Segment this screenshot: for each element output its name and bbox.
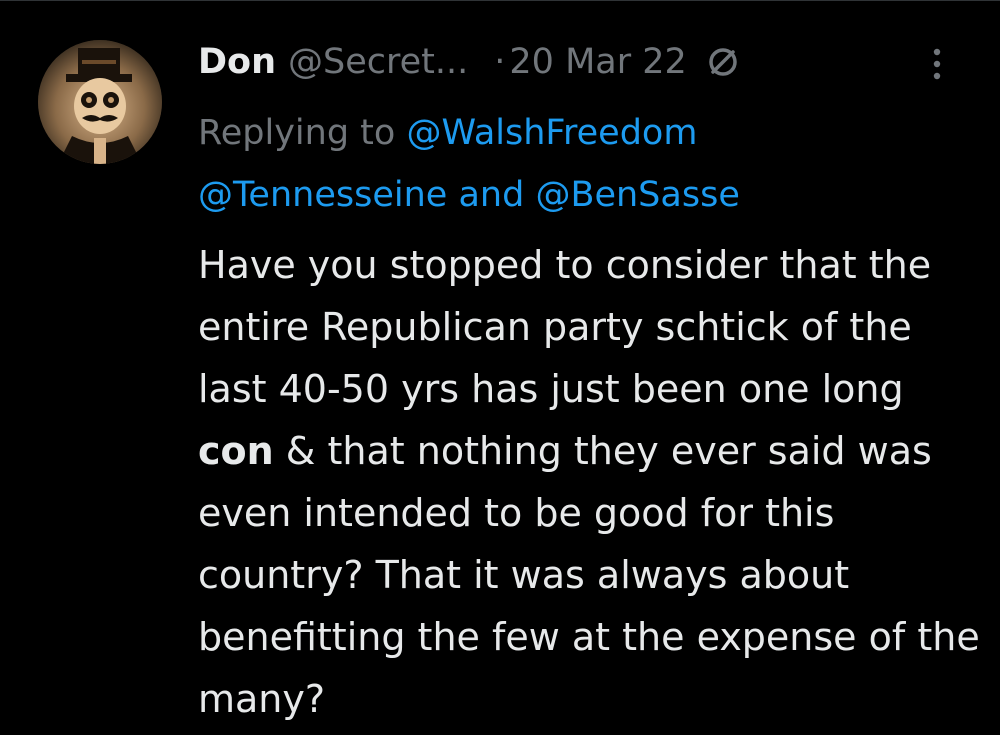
author-handle[interactable]: @Secret... xyxy=(288,42,468,82)
tweet-date[interactable]: 20 Mar 22 xyxy=(509,42,686,82)
tweet-text: Have you stopped to consider that the en… xyxy=(198,234,988,730)
tweet-text-part: Have you stopped to consider that the en… xyxy=(198,243,932,411)
tweet-text-part: & that nothing they ever said was even i… xyxy=(198,429,980,721)
replying-to-label: Replying to xyxy=(198,113,396,153)
separator-dot: · xyxy=(494,42,506,82)
mention-joiner: and xyxy=(458,175,525,215)
mention-link[interactable]: @BenSasse xyxy=(535,175,739,215)
tweet-text-bold: con xyxy=(198,429,274,473)
more-vertical-icon[interactable] xyxy=(926,46,948,82)
mention-link[interactable]: @WalshFreedom xyxy=(406,113,697,153)
top-divider xyxy=(0,0,1000,1)
mention-link[interactable]: @Tennesseine xyxy=(198,175,447,215)
avatar-image xyxy=(38,40,162,164)
tweet-header: Don @Secret... · 20 Mar 22 xyxy=(198,38,741,86)
author-name[interactable]: Don xyxy=(198,42,276,82)
blocked-circle-icon xyxy=(705,44,741,80)
avatar[interactable] xyxy=(38,40,162,164)
reply-context: Replying to @WalshFreedom @Tennesseine a… xyxy=(198,102,978,226)
